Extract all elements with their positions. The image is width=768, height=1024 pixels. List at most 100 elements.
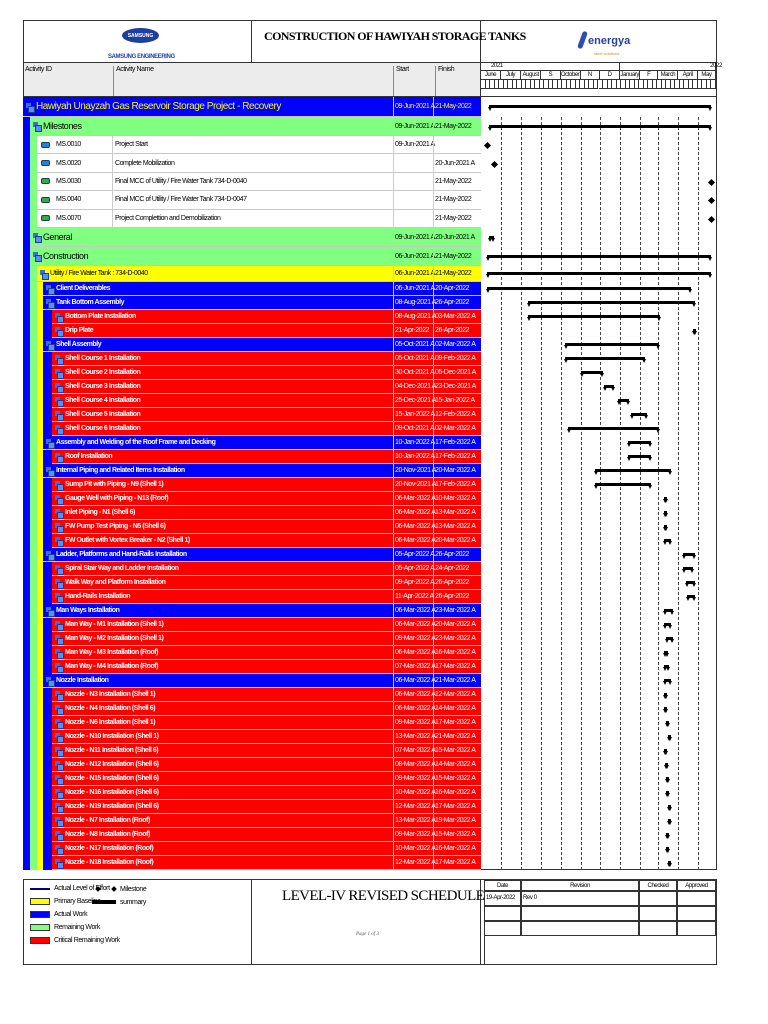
activity-row[interactable]: Nozzle Installation 06-Mar-2022 A 21-Mar-2… <box>43 674 481 688</box>
activity-row[interactable]: Milestones 09-Jun-2021 A 21-May-2022 <box>30 117 481 136</box>
gantt-bar[interactable] <box>603 385 616 391</box>
activity-row[interactable]: MS.0030 Final MCC of Utility / Fire Water… <box>37 172 481 192</box>
gantt-bar[interactable] <box>593 469 672 475</box>
activity-row[interactable]: Hawiyah Unayzah Gas Reservoir Storage Pr… <box>23 97 481 117</box>
activity-row[interactable]: Drip Plate 21-Apr-2022 26-Apr-2022 <box>52 324 481 338</box>
activity-row[interactable]: MS.0070 Project Complettion and Demobiliz… <box>37 209 481 228</box>
gantt-bar[interactable] <box>665 791 671 797</box>
gantt-bar[interactable] <box>487 105 712 111</box>
activity-row[interactable]: Shell Course 5 Installation 15-Jan-2022 A… <box>52 408 481 422</box>
activity-row[interactable]: Man Way - M1 Installation (Shell 1) 06-Ma… <box>52 618 481 632</box>
gantt-bar[interactable] <box>662 651 670 657</box>
gantt-bar[interactable] <box>663 665 671 671</box>
activity-row[interactable]: Nozzle - N3 Installation (Shell 1) 06-Mar… <box>52 688 481 702</box>
gantt-bar[interactable] <box>487 124 712 131</box>
col-start[interactable]: Start <box>396 66 436 96</box>
milestone-marker[interactable] <box>707 178 715 187</box>
activity-row[interactable]: Man Way - M2 Installation (Shell 1) 09-Ma… <box>52 632 481 646</box>
activity-row[interactable]: Nozzle - N17 Installation (Roof) 10-Mar-2… <box>52 842 481 856</box>
gantt-bar[interactable] <box>662 623 672 629</box>
gantt-bar[interactable] <box>682 567 695 573</box>
activity-row[interactable]: Nozzle - N4 Installation (Shell 6) 06-Mar… <box>52 702 481 716</box>
gantt-bar[interactable] <box>667 735 673 741</box>
activity-row[interactable]: Shell Course 2 Installation 30-Oct-2021 A… <box>52 366 481 380</box>
activity-row[interactable]: Roof Installation 10-Jan-2022 A 17-Feb-202… <box>52 450 481 464</box>
activity-row[interactable]: Man Ways Installation 06-Mar-2022 A 23-Mar… <box>43 604 481 618</box>
gantt-bar[interactable] <box>664 777 670 783</box>
activity-row[interactable]: Nozzle - N11 Installation (Shell 6) 07-Ma… <box>52 744 481 758</box>
gantt-bar[interactable] <box>666 861 672 867</box>
gantt-bar[interactable] <box>664 833 670 839</box>
gantt-bar[interactable] <box>684 581 696 587</box>
gantt-bar[interactable] <box>580 371 605 377</box>
activity-row[interactable]: Utility / Fire Water Tank : 734-D-0040 06… <box>37 266 481 282</box>
activity-row[interactable]: MS.0040 Final MCC of Utility / Fire Water… <box>37 191 481 210</box>
activity-row[interactable]: MS.0010 Project Start 09-Jun-2021 A <box>37 136 481 155</box>
col-finish[interactable]: Finish <box>438 66 455 73</box>
col-activity-name[interactable]: Activity Name <box>116 66 394 96</box>
activity-row[interactable]: Construction 06-Jun-2021 A 21-May-2022 <box>30 247 481 266</box>
activity-row[interactable]: Ladder, Platforms and Hand-Rails Install… <box>43 548 481 562</box>
gantt-bar[interactable] <box>627 441 652 447</box>
gantt-bar[interactable] <box>526 315 661 321</box>
gantt-bar[interactable] <box>662 525 668 531</box>
activity-row[interactable]: Tank Bottom Assembly 08-Aug-2021 A 26-Apr-… <box>43 296 481 310</box>
gantt-bar[interactable] <box>485 272 712 278</box>
gantt-bar[interactable] <box>662 511 668 517</box>
gantt-bar[interactable] <box>682 553 696 559</box>
gantt-bar[interactable] <box>667 819 673 825</box>
milestone-marker[interactable] <box>707 197 715 205</box>
activity-row[interactable]: Shell Course 6 Installation 09-Oct-2021 A… <box>52 422 481 436</box>
gantt-bar[interactable] <box>662 609 674 615</box>
gantt-bar[interactable] <box>593 483 652 489</box>
gantt-bar[interactable] <box>662 497 668 503</box>
activity-row[interactable]: Nozzle - N19 Installation (Shell 6) 12-Ma… <box>52 800 481 814</box>
gantt-bar[interactable] <box>664 637 674 643</box>
milestone-marker[interactable] <box>483 142 491 150</box>
activity-row[interactable]: Nozzle - N7 Installation (Roof) 13-Mar-20… <box>52 814 481 828</box>
gantt-bar[interactable] <box>485 287 692 293</box>
gantt-bar[interactable] <box>566 427 661 433</box>
activity-row[interactable]: Nozzle - N6 Installation (Shell 1) 09-Mar… <box>52 716 481 730</box>
activity-row[interactable]: Hand-Rails Installation 11-Apr-2022 A 26-A… <box>52 590 481 604</box>
activity-row[interactable]: General 09-Jun-2021 A 20-Jun-2021 A <box>30 228 481 247</box>
milestone-marker[interactable] <box>490 160 498 168</box>
gantt-bar[interactable] <box>526 301 696 307</box>
activity-row[interactable]: Man Way - M4 Installation (Roof) 07-Mar-2… <box>52 660 481 674</box>
activity-row[interactable]: Shell Assembly 05-Oct-2021 A 02-Mar-2022 A <box>43 338 481 352</box>
activity-row[interactable]: Nozzle - N10 Installation (Shell 1) 13-Ma… <box>52 730 481 744</box>
activity-row[interactable]: Shell Course 3 Installation 04-Dec-2021 A… <box>52 380 481 394</box>
gantt-bar[interactable] <box>616 399 630 405</box>
activity-row[interactable]: Bottom Plate Installation 08-Aug-2021 A 03… <box>52 310 481 324</box>
activity-row[interactable]: MS.0020 Complete Mobilization 20-Jun-2021 … <box>37 154 481 173</box>
gantt-bar[interactable] <box>662 539 672 545</box>
activity-row[interactable]: Spiral Stair Way and Ladder Installation… <box>52 562 481 576</box>
gantt-bar[interactable] <box>662 679 672 685</box>
gantt-bar[interactable] <box>487 235 496 242</box>
gantt-bar[interactable] <box>662 707 669 713</box>
milestone-marker[interactable] <box>707 215 715 223</box>
activity-row[interactable]: Sump Pit with Piping - N9 (Shell 1) 20-No… <box>52 478 481 492</box>
activity-row[interactable]: Walk Way and Platform Installation 09-Apr… <box>52 576 481 590</box>
gantt-bar[interactable] <box>662 693 668 699</box>
gantt-bar[interactable] <box>692 329 698 335</box>
activity-row[interactable]: Man Way - M3 Installation (Roof) 06-Mar-2… <box>52 646 481 660</box>
activity-row[interactable]: Client Deliverables 06-Jun-2021 A 20-Apr-2… <box>43 282 481 296</box>
activity-row[interactable]: FW Outlet with Vortex Breaker - N2 (Shel… <box>52 534 481 548</box>
gantt-bar[interactable] <box>564 343 660 349</box>
gantt-bar[interactable] <box>663 749 669 755</box>
activity-row[interactable]: Nozzle - N16 Installation (Shell 6) 10-Ma… <box>52 786 481 800</box>
activity-row[interactable]: Nozzle - N8 Installation (Roof) 09-Mar-20… <box>52 828 481 842</box>
activity-row[interactable]: Gauge Well with Piping - N13 (Roof) 06-Ma… <box>52 492 481 506</box>
gantt-bar[interactable] <box>685 595 696 601</box>
gantt-bar[interactable] <box>630 413 649 419</box>
gantt-bar[interactable] <box>663 763 669 769</box>
activity-row[interactable]: Nozzle - N15 Installation (Shell 6) 09-Ma… <box>52 772 481 786</box>
activity-row[interactable]: Assembly and Welding of the Roof Frame a… <box>43 436 481 450</box>
gantt-bar[interactable] <box>564 357 647 363</box>
gantt-bar[interactable] <box>485 254 712 261</box>
activity-row[interactable]: Shell Course 4 Installation 25-Dec-2021 A… <box>52 394 481 408</box>
activity-row[interactable]: FW Pump Test Piping - N5 (Shell 6) 06-Mar… <box>52 520 481 534</box>
activity-row[interactable]: Internal Piping and Related Items Instal… <box>43 464 481 478</box>
activity-row[interactable]: Shell Course 1 Installation 05-Oct-2021 A… <box>52 352 481 366</box>
